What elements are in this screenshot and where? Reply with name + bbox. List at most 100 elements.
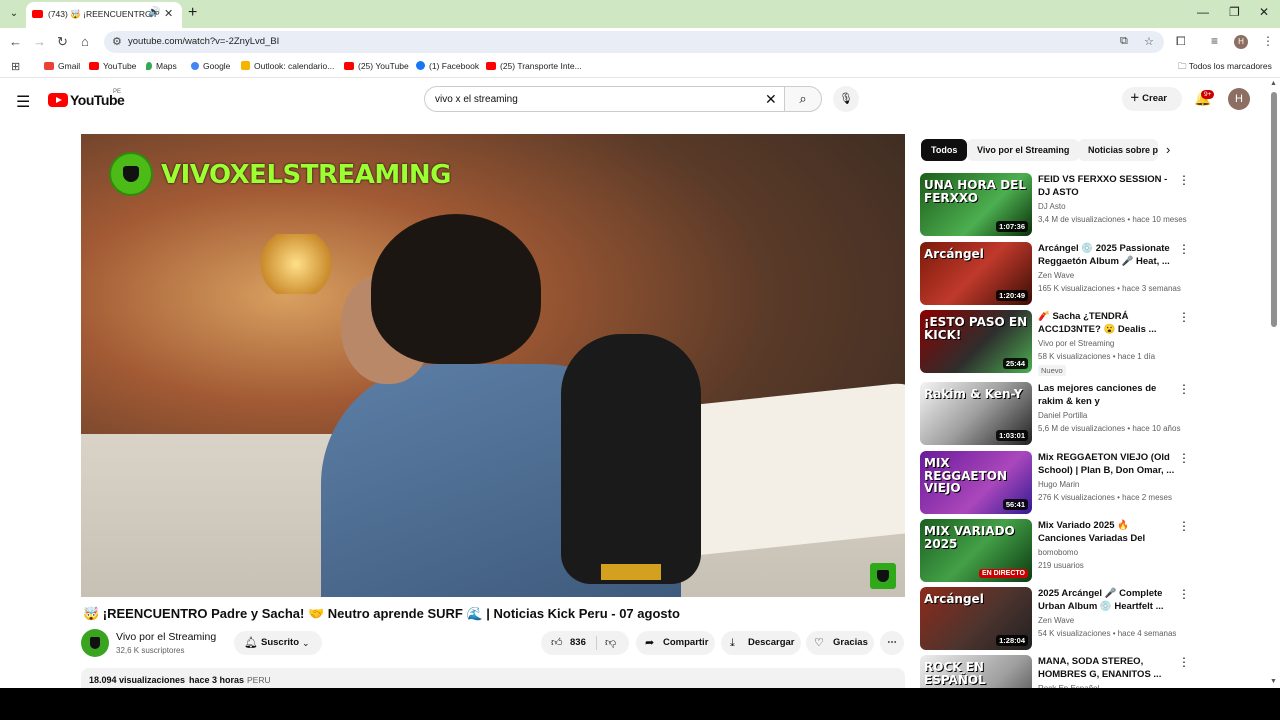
chevron-right-icon[interactable]: › <box>1166 142 1170 157</box>
recommended-video[interactable]: Arcángel 1:20:49 Arcángel 💿 2025 Passionat… <box>920 242 1190 306</box>
video-player[interactable]: VIVOXELSTREAMING <box>81 134 905 597</box>
all-bookmarks[interactable]: 🗀 Todos los marcadores <box>1178 61 1272 75</box>
recommended-channel[interactable]: DJ Asto <box>1038 202 1066 211</box>
like-count[interactable]: 836 <box>570 631 586 655</box>
like-icon[interactable]: 👍︎ <box>551 631 563 655</box>
restore-icon[interactable]: ❐ <box>1229 5 1240 19</box>
recommended-video[interactable]: MIX VARIADO 2025 EN DIRECTO Mix Variado 20… <box>920 519 1190 583</box>
voice-search-button[interactable]: 🎙 <box>833 86 859 112</box>
more-vertical-icon[interactable]: ⋮ <box>1178 310 1190 324</box>
apps-grid-icon[interactable]: ⊞ <box>11 60 20 73</box>
recommended-title[interactable]: Mix REGGAETON VIEJO (Old School) | Plan … <box>1038 451 1176 477</box>
recommended-title[interactable]: Mix Variado 2025 🔥 Canciones Variadas De… <box>1038 519 1176 545</box>
recommended-channel[interactable]: Hugo Marin <box>1038 480 1079 489</box>
scroll-up-icon[interactable]: ▲ <box>1270 80 1277 87</box>
dislike-icon[interactable]: 👎︎ <box>605 631 616 655</box>
description-box[interactable]: 18.094 visualizaciones hace 3 horas PERU <box>81 668 905 688</box>
share-button[interactable]: ➦ Compartir <box>636 631 715 655</box>
chip-todos[interactable]: Todos <box>921 139 968 161</box>
search-button[interactable]: ⌕ <box>784 86 822 112</box>
recommended-title[interactable]: MANA, SODA STEREO, HOMBRES G, ENANITOS .… <box>1038 655 1176 681</box>
video-thumbnail[interactable]: Arcángel 1:20:49 <box>920 242 1032 305</box>
chip-noticias[interactable]: Noticias sobre p <box>1078 139 1158 161</box>
bookmark-youtube[interactable]: YouTube <box>89 61 136 73</box>
youtube-logo[interactable]: YouTube <box>48 92 125 108</box>
video-thumbnail[interactable]: MIX VARIADO 2025 EN DIRECTO <box>920 519 1032 582</box>
extensions-icon[interactable]: ⧠ <box>1176 34 1186 49</box>
site-info-icon[interactable]: ⚙ <box>112 35 122 48</box>
bookmark-star-icon[interactable]: ☆ <box>1144 35 1154 48</box>
new-tab-icon[interactable]: + <box>188 4 197 22</box>
channel-name[interactable]: Vivo por el Streaming <box>116 631 216 643</box>
more-vertical-icon[interactable]: ⋮ <box>1178 173 1190 187</box>
recommended-channel[interactable]: Zen Wave <box>1038 271 1074 280</box>
account-avatar[interactable]: H <box>1228 88 1250 110</box>
back-icon[interactable]: ← <box>9 34 22 49</box>
bookmark-google[interactable]: Google <box>191 61 230 73</box>
recommended-title[interactable]: 2025 Arcángel 🎤 Complete Urban Album 💿 H… <box>1038 587 1176 613</box>
hashtag[interactable]: PERU <box>247 675 271 685</box>
recommended-video[interactable]: MIX REGGAETON VIEJO 56:41 Mix REGGAETON VI… <box>920 451 1190 515</box>
browser-menu-icon[interactable]: ⋮ <box>1262 34 1274 48</box>
more-vertical-icon[interactable]: ⋮ <box>1178 382 1190 396</box>
thanks-button[interactable]: ♡ Gracias <box>806 631 874 655</box>
recommended-video[interactable]: Rakim & Ken-Y 1:03:01 Las mejores cancione… <box>920 382 1190 446</box>
home-icon[interactable]: ⌂ <box>81 34 89 49</box>
speaker-icon[interactable]: 🔊 <box>148 7 160 18</box>
browser-profile-avatar[interactable]: H <box>1234 35 1248 49</box>
more-vertical-icon[interactable]: ⋮ <box>1178 655 1190 669</box>
media-controls-icon[interactable]: ≡ <box>1211 34 1218 48</box>
recommended-channel[interactable]: bomobomo <box>1038 548 1078 557</box>
bookmark-gmail[interactable]: Gmail <box>44 61 80 73</box>
recommended-video[interactable]: ROCK EN ESPAÑOL MANA, SODA STEREO, HOMBRE… <box>920 655 1190 688</box>
recommended-video[interactable]: ¡ESTO PASO EN KICK! 25:44 🧨 Sacha ¿TENDRÁ … <box>920 310 1190 376</box>
search-input[interactable]: vivo x el streaming ✕ <box>424 86 786 112</box>
create-button[interactable]: ＋ Crear <box>1122 87 1182 111</box>
recommended-channel[interactable]: Zen Wave <box>1038 616 1074 625</box>
bookmark-facebook[interactable]: (1) Facebook <box>416 61 479 73</box>
recommended-channel[interactable]: Daniel Portilla <box>1038 411 1087 420</box>
channel-avatar[interactable] <box>81 629 109 657</box>
bookmark-outlook[interactable]: Outlook: calendario... <box>241 61 334 73</box>
forward-icon[interactable]: → <box>33 34 46 49</box>
window-close-icon[interactable]: ✕ <box>1259 5 1269 19</box>
more-vertical-icon[interactable]: ⋮ <box>1178 242 1190 256</box>
reload-icon[interactable]: ↻ <box>57 34 68 50</box>
video-thumbnail[interactable]: UNA HORA DEL FERXXO 1:07:36 <box>920 173 1032 236</box>
minimize-icon[interactable]: — <box>1197 5 1209 19</box>
more-vertical-icon[interactable]: ⋮ <box>1178 519 1190 533</box>
bookmark-youtube-2[interactable]: (25) YouTube <box>344 61 409 73</box>
more-actions-button[interactable]: ⋯ <box>880 631 904 655</box>
chip-vivo-por-el-streaming[interactable]: Vivo por el Streaming <box>967 139 1080 161</box>
more-vertical-icon[interactable]: ⋮ <box>1178 587 1190 601</box>
clear-search-icon[interactable]: ✕ <box>765 91 777 108</box>
video-thumbnail[interactable]: MIX REGGAETON VIEJO 56:41 <box>920 451 1032 514</box>
tab-search-icon[interactable]: ⌄ <box>6 6 22 22</box>
download-button[interactable]: ⤓ Descargar <box>721 631 801 655</box>
video-thumbnail[interactable]: ROCK EN ESPAÑOL <box>920 655 1032 688</box>
recommended-channel[interactable]: Vivo por el Streaming <box>1038 339 1114 348</box>
video-thumbnail[interactable]: Rakim & Ken-Y 1:03:01 <box>920 382 1032 445</box>
recommended-title[interactable]: FEID VS FERXXO SESSION - DJ ASTO <box>1038 173 1176 199</box>
bookmark-transporte[interactable]: (25) Transporte Inte... <box>486 61 582 73</box>
page-scrollbar[interactable] <box>1271 92 1277 327</box>
tab-youtube[interactable]: (743) 🤯 ¡REENCUENTRO P 🔊 ✕ <box>26 2 182 28</box>
recommended-title[interactable]: 🧨 Sacha ¿TENDRÁ ACC1D3NTE? 😮 Dealis ... <box>1038 310 1176 336</box>
recommended-video[interactable]: UNA HORA DEL FERXXO 1:07:36 FEID VS FERXXO… <box>920 173 1190 237</box>
recommended-title[interactable]: Las mejores canciones de rakim & ken y <box>1038 382 1176 408</box>
close-icon[interactable]: ✕ <box>164 7 173 20</box>
video-thumbnail[interactable]: ¡ESTO PASO EN KICK! 25:44 <box>920 310 1032 373</box>
channel-branding-icon[interactable] <box>870 563 896 589</box>
url-text[interactable]: youtube.com/watch?v=-2ZnyLvd_BI <box>128 36 279 47</box>
recommended-title[interactable]: Arcángel 💿 2025 Passionate Reggaetón Alb… <box>1038 242 1176 268</box>
video-thumbnail[interactable]: Arcángel 1:28:04 <box>920 587 1032 650</box>
recommended-video[interactable]: Arcángel 1:28:04 2025 Arcángel 🎤 Complete … <box>920 587 1190 651</box>
install-app-icon[interactable]: ⧉ <box>1120 35 1128 48</box>
subscribed-button[interactable]: 🔔︎ Suscrito ⌄ <box>234 631 322 655</box>
bookmark-maps[interactable]: Maps <box>146 61 177 73</box>
hamburger-menu-icon[interactable]: ☰ <box>16 92 30 112</box>
scroll-down-icon[interactable]: ▼ <box>1270 678 1277 685</box>
search-query[interactable]: vivo x el streaming <box>435 94 518 105</box>
address-bar[interactable]: ⚙ youtube.com/watch?v=-2ZnyLvd_BI ⧉ ☆ <box>104 31 1164 53</box>
more-vertical-icon[interactable]: ⋮ <box>1178 451 1190 465</box>
